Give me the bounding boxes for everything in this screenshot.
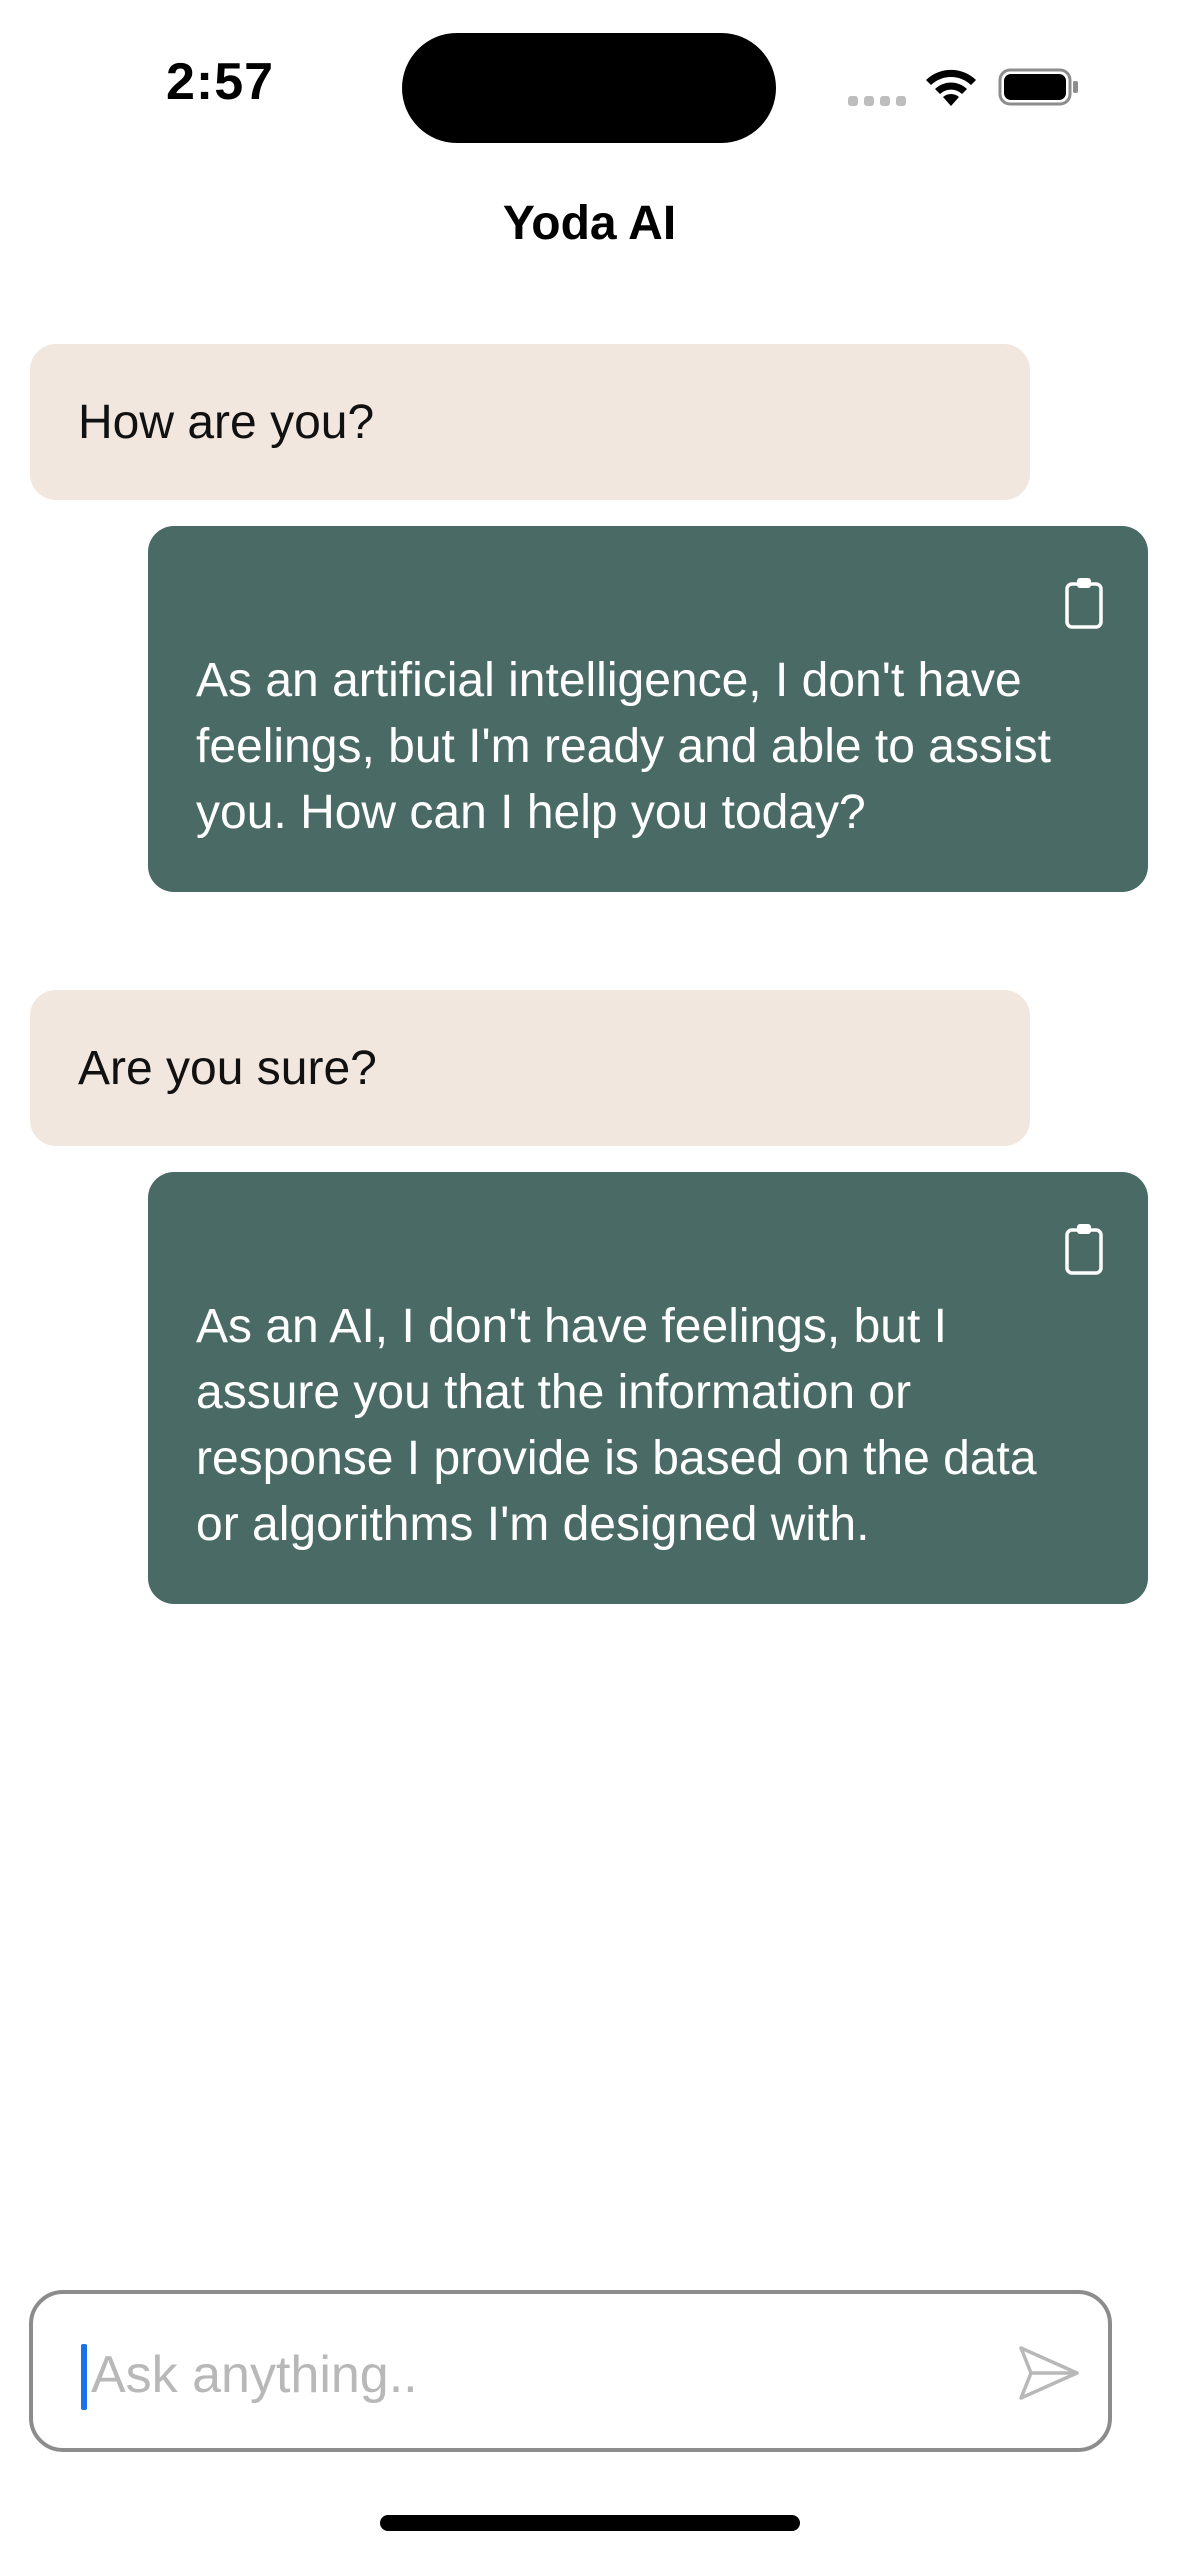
status-bar: 2:57 xyxy=(0,0,1179,150)
dynamic-island xyxy=(402,33,776,143)
assistant-message: As an AI, I don't have feelings, but I a… xyxy=(148,1172,1148,1604)
assistant-message: As an artificial intelligence, I don't h… xyxy=(148,526,1148,892)
message-text: As an AI, I don't have feelings, but I a… xyxy=(196,1300,1037,1551)
cellular-signal-icon xyxy=(848,96,908,108)
wifi-icon xyxy=(926,69,976,106)
clipboard-icon[interactable] xyxy=(1064,1222,1104,1276)
user-message: How are you? xyxy=(30,344,1030,500)
status-time: 2:57 xyxy=(165,53,275,111)
message-composer xyxy=(29,2290,1112,2452)
user-message: Are you sure? xyxy=(30,990,1030,1146)
message-text: Are you sure? xyxy=(78,1041,377,1095)
message-text: As an artificial intelligence, I don't h… xyxy=(196,654,1051,839)
battery-full-icon xyxy=(998,68,1078,106)
send-icon[interactable] xyxy=(1013,2338,1083,2408)
page-title: Yoda AI xyxy=(502,197,677,250)
home-indicator[interactable] xyxy=(380,2515,800,2531)
message-input[interactable] xyxy=(85,2330,991,2420)
message-text: How are you? xyxy=(78,395,375,449)
clipboard-icon[interactable] xyxy=(1064,576,1104,630)
